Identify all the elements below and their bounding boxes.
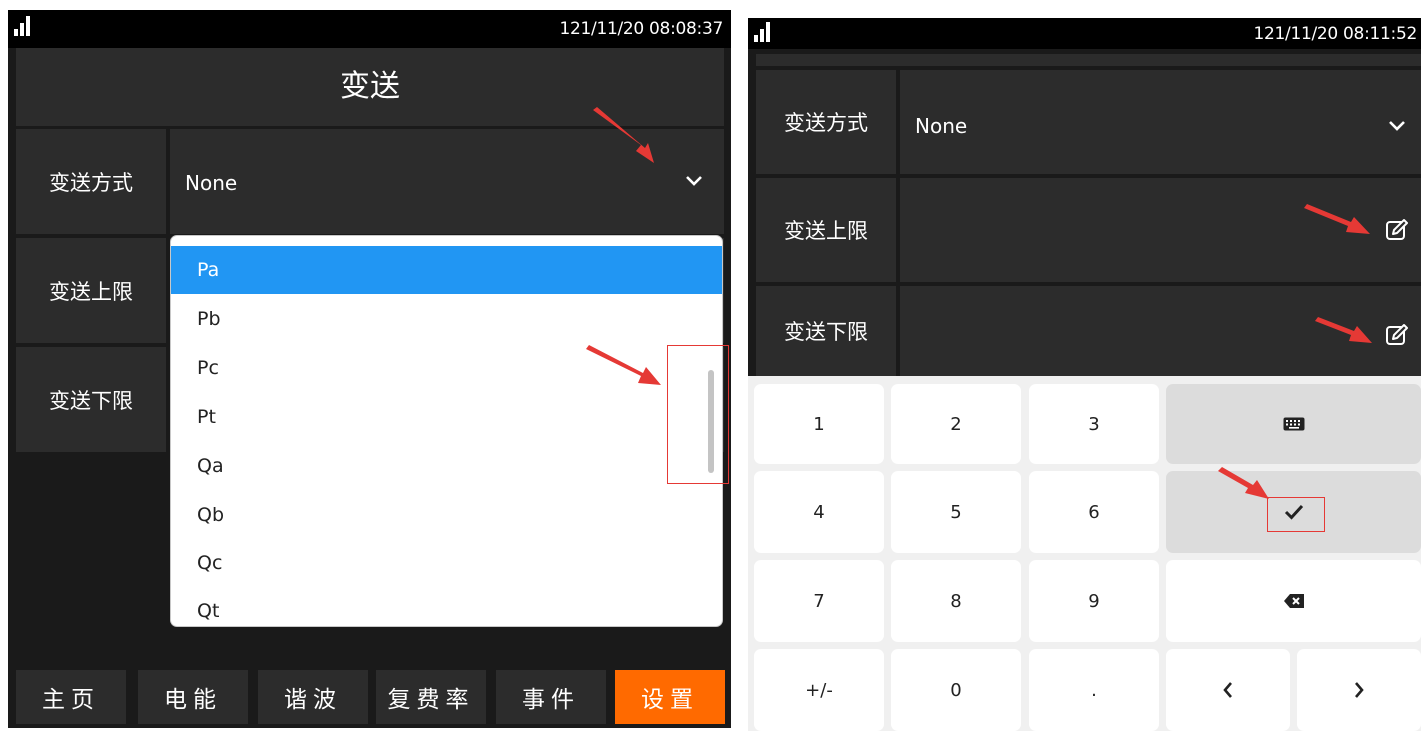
red-arrow-annotation xyxy=(593,107,654,163)
chevron-down-icon xyxy=(686,176,702,186)
row-label-upper-limit: 变送上限 xyxy=(16,238,166,343)
chevron-down-icon xyxy=(1389,121,1405,131)
key-1[interactable]: 1 xyxy=(754,384,884,464)
dropdown-option[interactable]: Qt xyxy=(171,587,722,626)
keyboard-toggle-button[interactable] xyxy=(1166,384,1421,464)
transmit-mode-value: None xyxy=(185,171,238,195)
row-label-transmit-mode: 变送方式 xyxy=(16,129,166,234)
status-bar: 121/11/20 08:11:52 xyxy=(748,18,1421,49)
status-time: 121/11/20 08:08:37 xyxy=(559,19,723,39)
transmit-mode-dropdown[interactable]: Pa Pb Pc Pt Qa Qb Qc Qt xyxy=(170,235,723,627)
red-arrow-annotation xyxy=(1218,467,1269,499)
red-arrow-annotation xyxy=(1304,204,1370,234)
status-bar: 121/11/20 08:08:37 xyxy=(8,10,731,48)
keyboard-icon xyxy=(1283,417,1304,431)
key-7[interactable]: 7 xyxy=(754,560,884,642)
row-label-transmit-mode: 变送方式 xyxy=(756,70,896,174)
cursor-left-button[interactable] xyxy=(1166,649,1290,731)
backspace-icon xyxy=(1283,594,1304,608)
row-label-lower-limit: 变送下限 xyxy=(16,347,166,452)
key-3[interactable]: 3 xyxy=(1029,384,1159,464)
key-9[interactable]: 9 xyxy=(1029,560,1159,642)
title-strip xyxy=(756,54,1421,66)
row-label-lower-limit: 变送下限 xyxy=(756,286,896,376)
key-4[interactable]: 4 xyxy=(754,471,884,553)
status-time: 121/11/20 08:11:52 xyxy=(1253,24,1417,44)
row-label-upper-limit: 变送上限 xyxy=(756,178,896,282)
signal-icon xyxy=(14,16,32,36)
transmit-mode-select[interactable]: None xyxy=(900,70,1421,174)
dropdown-option[interactable]: Qb xyxy=(171,491,722,539)
tab-harmonics[interactable]: 谐波 xyxy=(258,670,368,724)
right-screen: 121/11/20 08:11:52 变送方式 None 变送上限 变送下限 1… xyxy=(748,18,1421,731)
edit-icon[interactable] xyxy=(1384,322,1410,348)
key-plus-minus[interactable]: +/- xyxy=(754,649,884,731)
dropdown-option[interactable]: Pt xyxy=(171,393,722,441)
red-arrow-annotation xyxy=(1315,317,1372,343)
key-8[interactable]: 8 xyxy=(891,560,1021,642)
tab-multi-rate[interactable]: 复费率 xyxy=(376,670,486,724)
red-arrow-annotation xyxy=(586,345,661,385)
signal-icon xyxy=(754,22,772,42)
bottom-tab-bar: 主页 电能 谐波 复费率 事件 设置 xyxy=(8,670,731,724)
key-0[interactable]: 0 xyxy=(891,649,1021,731)
tab-home[interactable]: 主页 xyxy=(16,670,126,724)
dropdown-option[interactable]: Pa xyxy=(171,246,722,294)
dropdown-option[interactable]: Qa xyxy=(171,442,722,490)
edit-icon[interactable] xyxy=(1384,217,1410,243)
key-2[interactable]: 2 xyxy=(891,384,1021,464)
chevron-left-icon xyxy=(1223,682,1232,698)
backspace-button[interactable] xyxy=(1166,560,1421,642)
tab-settings[interactable]: 设置 xyxy=(615,670,725,724)
scrollbar-highlight-box xyxy=(667,345,729,484)
cursor-right-button[interactable] xyxy=(1297,649,1421,731)
tab-events[interactable]: 事件 xyxy=(496,670,606,724)
tab-energy[interactable]: 电能 xyxy=(138,670,248,724)
dropdown-option[interactable]: Qc xyxy=(171,539,722,587)
chevron-right-icon xyxy=(1355,682,1364,698)
key-decimal-point[interactable]: . xyxy=(1029,649,1159,731)
transmit-mode-value: None xyxy=(915,114,968,138)
key-5[interactable]: 5 xyxy=(891,471,1021,553)
key-6[interactable]: 6 xyxy=(1029,471,1159,553)
dropdown-option[interactable]: Pb xyxy=(171,295,722,343)
numeric-keypad: 1 2 3 4 5 6 7 8 9 +/- 0 . xyxy=(748,376,1421,731)
